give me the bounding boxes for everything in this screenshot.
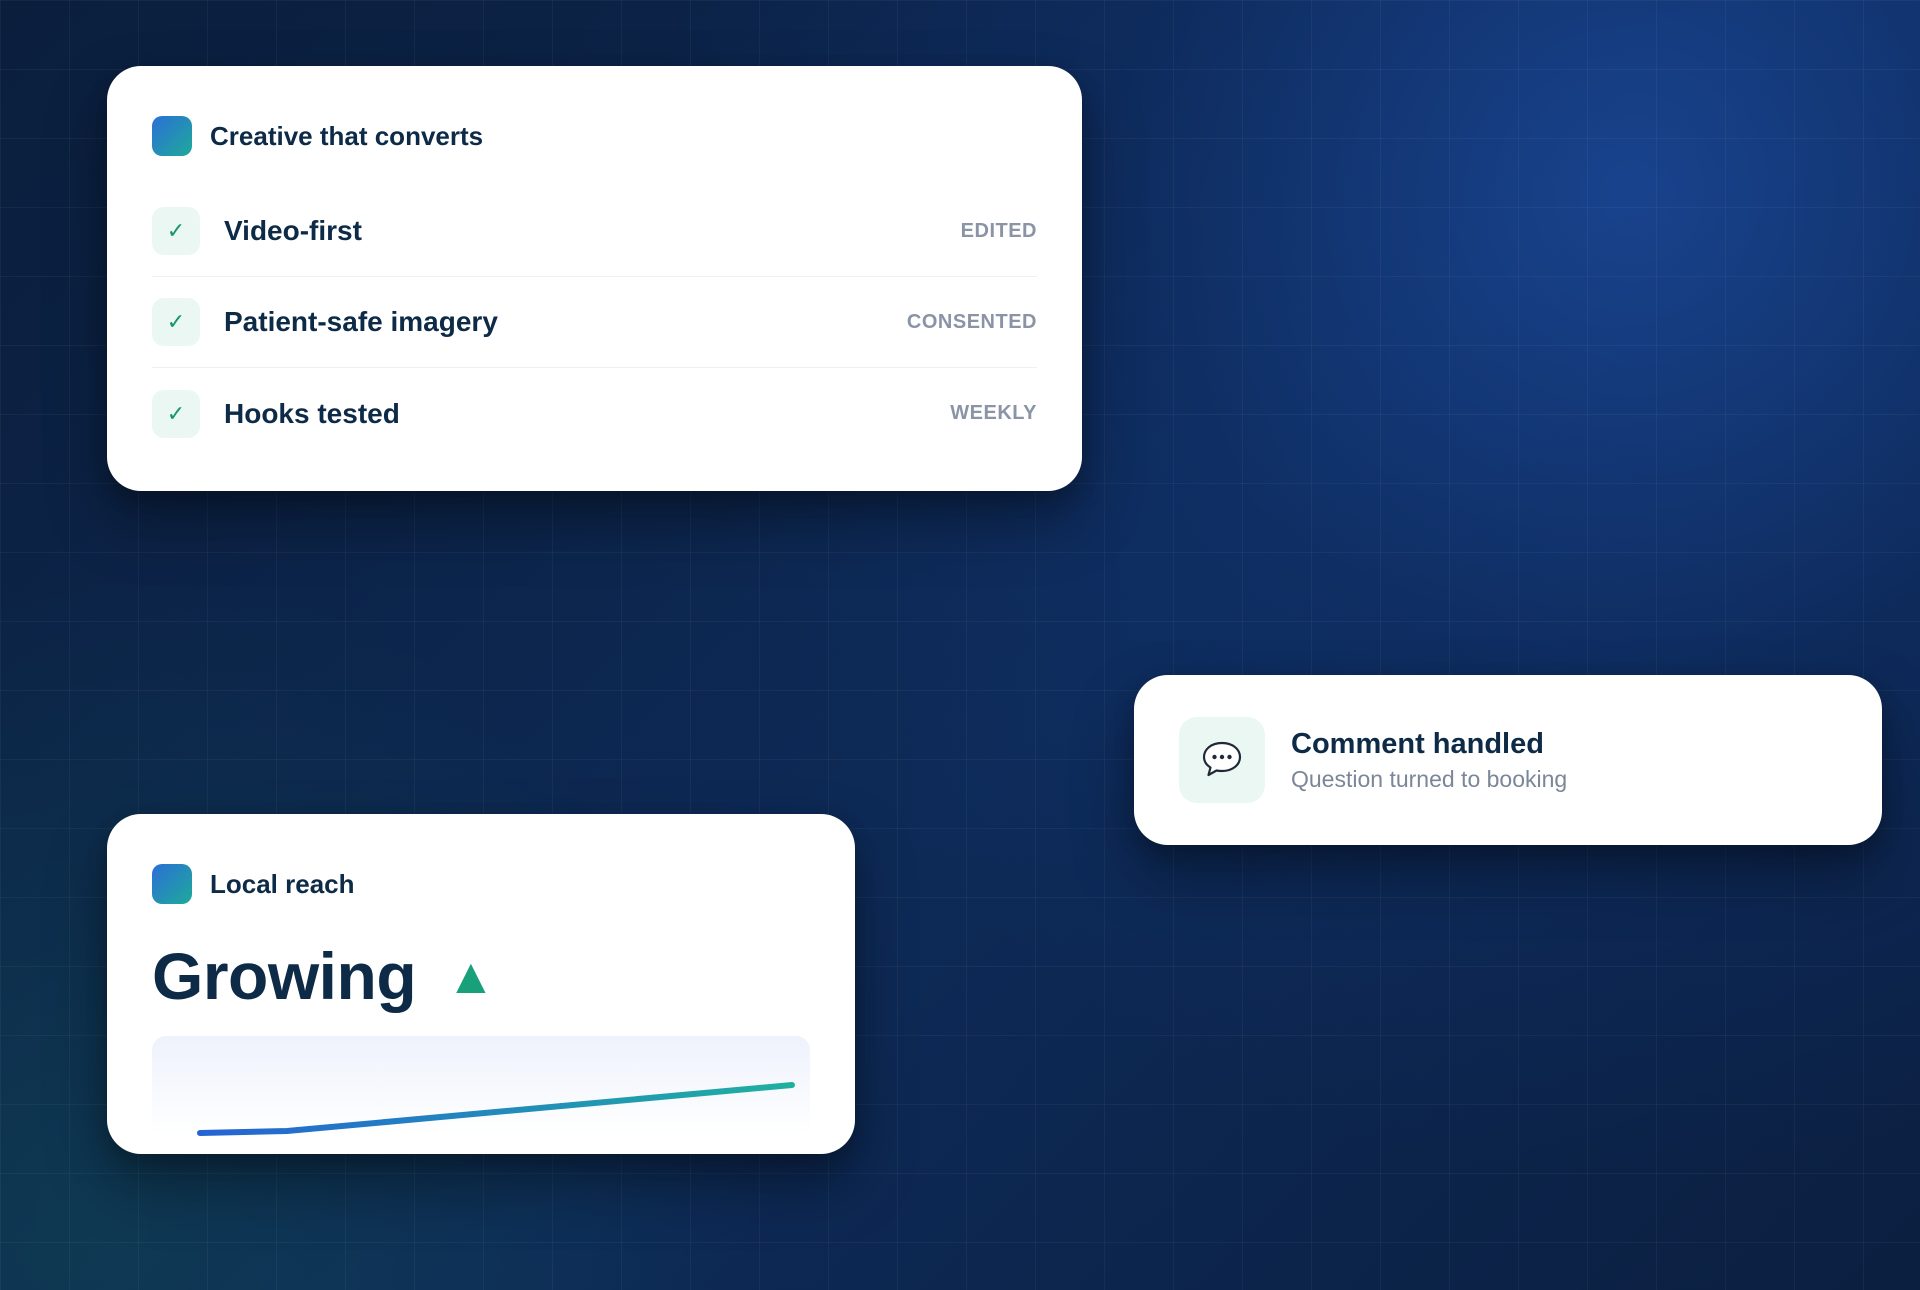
comment-subtitle: Question turned to booking bbox=[1291, 765, 1568, 792]
card-title: Creative that converts bbox=[210, 120, 484, 151]
sparkline-line bbox=[197, 1082, 795, 1136]
check-row: ✓ Hooks tested WEEKLY bbox=[152, 368, 1037, 459]
brand-square-icon bbox=[152, 864, 192, 904]
checkmark-icon: ✓ bbox=[152, 207, 200, 255]
reach-value: Growing bbox=[152, 939, 417, 1013]
check-label: Video-first bbox=[224, 215, 362, 246]
comment-handled-card: Comment handled Question turned to booki… bbox=[1134, 675, 1882, 845]
check-label: Patient-safe imagery bbox=[224, 306, 498, 337]
check-list: ✓ Video-first EDITED ✓ Patient-safe imag… bbox=[152, 186, 1037, 459]
status-tag: CONSENTED bbox=[906, 310, 1037, 333]
card-header: Creative that converts bbox=[152, 106, 1037, 166]
trend-up-icon: ▲ bbox=[446, 948, 496, 1004]
speech-bubble-icon bbox=[1179, 717, 1265, 803]
local-reach-card: Local reach Growing ▲ bbox=[107, 814, 855, 1154]
checkmark-icon: ✓ bbox=[152, 298, 200, 346]
creative-checklist-card: Creative that converts ✓ Video-first EDI… bbox=[107, 66, 1082, 491]
sparkline-chart bbox=[197, 1082, 795, 1136]
brand-square-icon bbox=[152, 116, 192, 156]
status-tag: WEEKLY bbox=[950, 402, 1037, 424]
reach-value-row: Growing ▲ bbox=[152, 936, 810, 1016]
card-header: Local reach bbox=[152, 854, 810, 914]
check-label: Hooks tested bbox=[224, 397, 400, 429]
comment-text: Comment handled Question turned to booki… bbox=[1291, 727, 1567, 793]
card-title: Local reach bbox=[210, 868, 355, 899]
check-row: ✓ Patient-safe imagery CONSENTED bbox=[152, 277, 1037, 368]
sparkline-panel bbox=[152, 1036, 810, 1136]
comment-title: Comment handled bbox=[1291, 728, 1544, 761]
status-tag: EDITED bbox=[960, 219, 1037, 242]
check-row: ✓ Video-first EDITED bbox=[152, 186, 1037, 277]
checkmark-icon: ✓ bbox=[152, 389, 200, 438]
